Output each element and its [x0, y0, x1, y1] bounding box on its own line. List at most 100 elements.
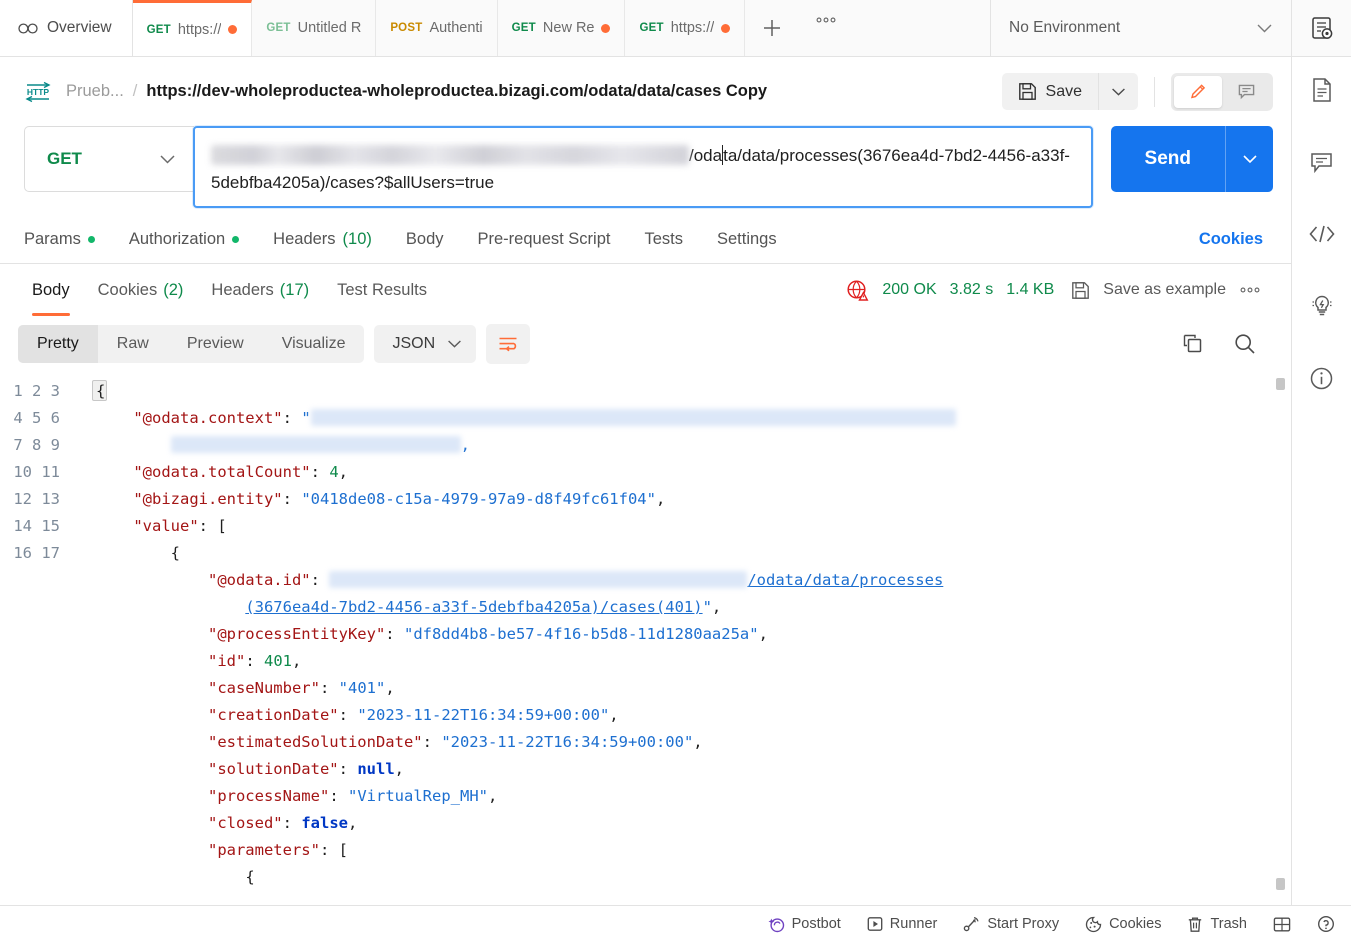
scrollbar-thumb-top[interactable]: [1276, 378, 1285, 390]
response-tab-body-label: Body: [32, 280, 70, 299]
unsaved-dot-0: [228, 25, 238, 34]
help-circle-icon[interactable]: [1317, 915, 1335, 933]
authorization-indicator-dot: [232, 236, 240, 243]
footer-cookies[interactable]: Cookies: [1085, 916, 1161, 933]
format-visualize[interactable]: Visualize: [263, 325, 365, 363]
tab-settings[interactable]: Settings: [700, 216, 794, 263]
tab-method-0: GET: [146, 23, 171, 36]
chevron-down-icon: [447, 339, 462, 349]
tab-body-label: Body: [405, 230, 444, 248]
format-pretty[interactable]: Pretty: [18, 325, 98, 363]
redacted-odata-id-host: [329, 571, 748, 588]
edit-mode-button[interactable]: [1174, 75, 1222, 108]
method-selector[interactable]: GET: [24, 126, 194, 192]
save-button[interactable]: Save: [1002, 73, 1098, 110]
response-tab-cookies[interactable]: Cookies (2): [84, 264, 198, 316]
response-format-bar: Pretty Raw Preview Visualize JSON: [0, 316, 1291, 372]
trash-icon: [1187, 916, 1203, 933]
breadcrumb-actions: Save: [1001, 72, 1273, 111]
chevron-down-icon: [159, 154, 176, 165]
request-tab-3[interactable]: GET New Re: [498, 0, 626, 56]
save-dropdown-button[interactable]: [1098, 73, 1138, 110]
request-tab-4[interactable]: GET https://: [625, 0, 746, 56]
line-number-gutter: 1 2 3 4 5 6 7 8 9 10 11 12 13 14 15 16 1…: [13, 382, 60, 562]
documentation-icon[interactable]: [1307, 75, 1337, 105]
tab-params-label: Params: [24, 230, 81, 248]
response-tab-cookies-label: Cookies: [97, 280, 158, 299]
response-meta: 200 OK 3.82 s 1.4 KB Save as example: [846, 279, 1273, 302]
request-tab-1[interactable]: GET Untitled R: [252, 0, 377, 56]
response-tab-test-results-label: Test Results: [337, 280, 427, 299]
lightbulb-icon[interactable]: [1307, 291, 1337, 321]
code-scrollbar[interactable]: [1276, 378, 1285, 890]
request-tab-0[interactable]: GET https://: [132, 0, 253, 56]
response-tab-test-results[interactable]: Test Results: [323, 264, 441, 316]
request-tab-2[interactable]: POST Authenti: [376, 0, 498, 56]
tab-overview[interactable]: Overview: [0, 0, 133, 56]
tab-headers[interactable]: Headers (10): [256, 216, 389, 263]
response-size: 1.4 KB: [1006, 281, 1055, 298]
language-selector[interactable]: JSON: [374, 325, 477, 363]
copy-icon[interactable]: [1181, 332, 1205, 356]
tab-tests[interactable]: Tests: [627, 216, 700, 263]
response-tab-headers[interactable]: Headers (17): [197, 264, 323, 316]
status-bar: Postbot Runner Start Proxy Cookies Trash: [0, 905, 1351, 942]
right-sidebar: [1291, 57, 1351, 905]
send-dropdown-button[interactable]: [1225, 126, 1273, 192]
tab-label-2: Authenti: [429, 20, 483, 36]
runner-icon: [867, 916, 883, 932]
footer-trash[interactable]: Trash: [1187, 916, 1247, 933]
goggles-icon: [18, 22, 38, 35]
footer-runner[interactable]: Runner: [867, 916, 937, 932]
format-raw[interactable]: Raw: [98, 325, 168, 363]
footer-start-proxy[interactable]: Start Proxy: [963, 916, 1059, 932]
tab-label-0: https://: [177, 21, 222, 38]
footer-cookies-label: Cookies: [1109, 916, 1162, 932]
breadcrumb: Prueb... / https://dev-wholeproductea-wh…: [66, 82, 767, 101]
two-pane-layout-icon[interactable]: [1273, 916, 1291, 933]
comment-mode-button[interactable]: [1222, 76, 1270, 108]
response-more-icon[interactable]: [1239, 286, 1261, 294]
info-icon[interactable]: [1307, 363, 1337, 393]
format-preview[interactable]: Preview: [168, 325, 263, 363]
tab-body[interactable]: Body: [389, 216, 461, 263]
comment-icon: [1237, 82, 1256, 101]
search-icon[interactable]: [1233, 332, 1257, 356]
response-time: 3.82 s: [949, 281, 994, 298]
response-body-viewer[interactable]: 1 2 3 4 5 6 7 8 9 10 11 12 13 14 15 16 1…: [0, 372, 1291, 905]
breadcrumb-collection[interactable]: Prueb...: [66, 82, 124, 101]
plus-icon[interactable]: [745, 0, 799, 56]
floppy-disk-icon: [1018, 82, 1037, 101]
response-tab-headers-label: Headers: [211, 280, 274, 299]
footer-postbot[interactable]: Postbot: [768, 916, 841, 933]
postbot-icon: [768, 916, 785, 933]
ellipsis-icon[interactable]: [799, 0, 853, 56]
url-visible-before-caret: /oda: [689, 146, 723, 165]
wrap-lines-icon[interactable]: [486, 324, 531, 364]
tab-pre-request-script[interactable]: Pre-request Script: [461, 216, 628, 263]
network-warning-icon[interactable]: [846, 279, 869, 302]
send-button[interactable]: Send: [1111, 126, 1225, 192]
toolbar-divider: [1154, 76, 1155, 107]
tab-authorization[interactable]: Authorization: [112, 216, 256, 263]
response-tab-body[interactable]: Body: [18, 264, 84, 316]
postman-window: Overview GET https:// GET Untitled R POS…: [0, 0, 1351, 942]
send-button-label: Send: [1144, 148, 1191, 169]
cookies-link[interactable]: Cookies: [1199, 230, 1273, 249]
page-title[interactable]: https://dev-wholeproductea-wholeproducte…: [146, 82, 767, 101]
code-snippet-icon[interactable]: [1307, 219, 1337, 249]
scrollbar-thumb-bottom[interactable]: [1276, 877, 1285, 890]
language-selector-value: JSON: [392, 335, 436, 352]
tab-method-4: GET: [639, 22, 664, 34]
environment-quick-look-icon[interactable]: [1291, 0, 1351, 56]
environment-selector[interactable]: No Environment: [991, 0, 1291, 56]
json-code[interactable]: { "@odata.context": " , "@odata.totalCou…: [74, 372, 1291, 891]
save-as-example-button[interactable]: Save as example: [1103, 281, 1226, 299]
http-icon: HTTP: [24, 81, 52, 103]
tab-strip: Overview GET https:// GET Untitled R POS…: [0, 0, 1351, 57]
tab-method-3: GET: [511, 22, 536, 34]
comment-icon[interactable]: [1307, 147, 1337, 177]
url-input[interactable]: /odata/data/processes(3676ea4d-7bd2-4456…: [193, 126, 1093, 208]
tab-params[interactable]: Params: [24, 216, 112, 263]
pencil-icon: [1189, 82, 1208, 101]
